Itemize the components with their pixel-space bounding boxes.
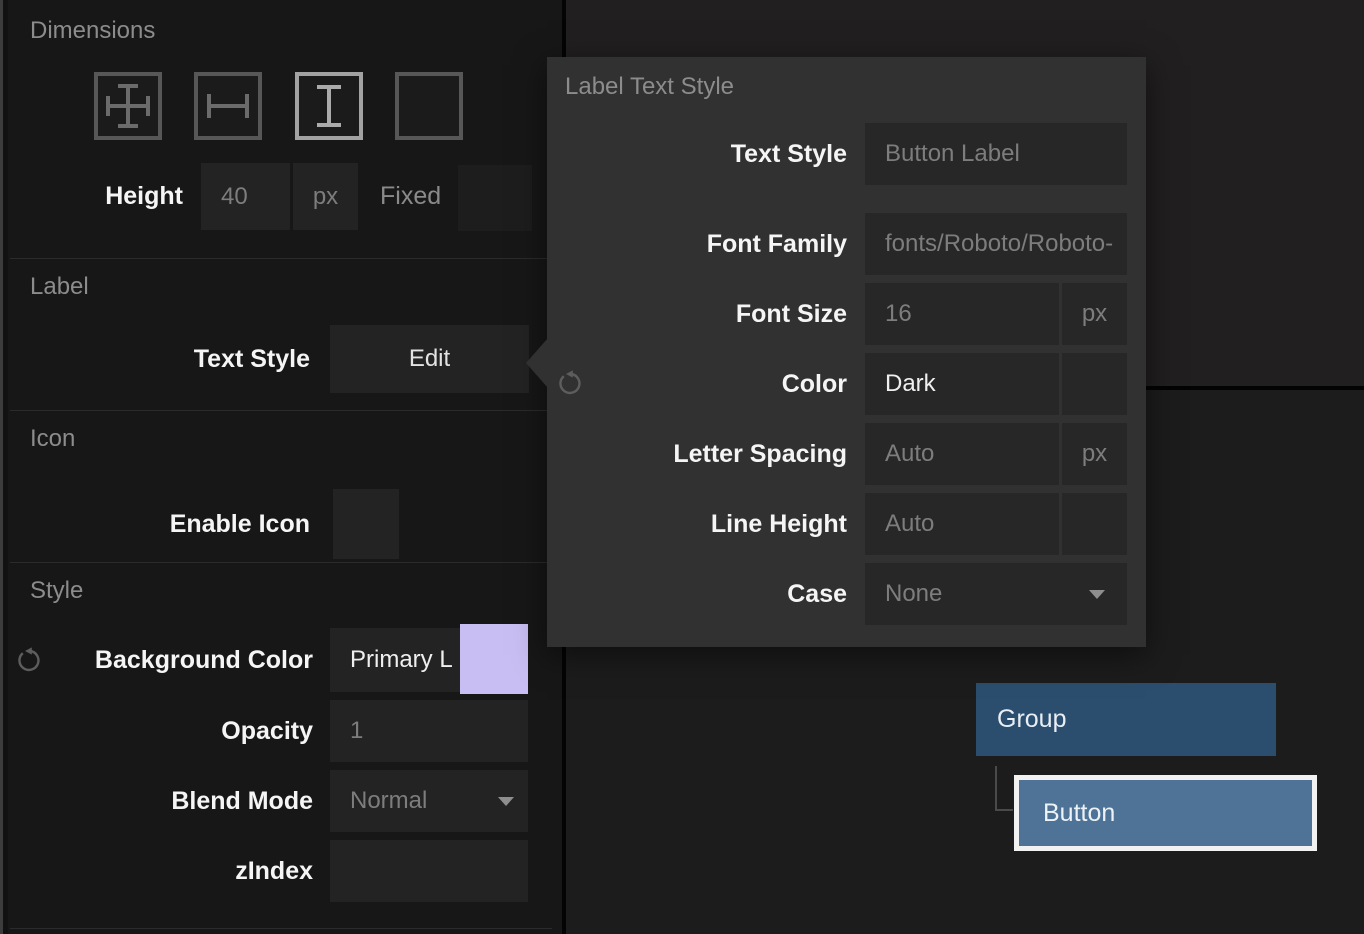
popup-letter-spacing-unit[interactable]: px (1062, 423, 1127, 485)
icon-section-title: Icon (30, 425, 75, 453)
enable-icon-label: Enable Icon (0, 489, 310, 559)
fixed-checkbox[interactable] (458, 165, 532, 231)
section-divider (10, 928, 552, 929)
popup-letter-spacing-label: Letter Spacing (547, 423, 847, 485)
section-divider (10, 410, 552, 411)
popup-text-style-input[interactable]: Button Label (865, 123, 1127, 185)
popup-text-style-label: Text Style (547, 123, 847, 185)
chevron-down-icon (498, 797, 514, 806)
enable-icon-checkbox[interactable] (333, 489, 399, 559)
popup-line-height-unit[interactable] (1062, 493, 1127, 555)
popup-letter-spacing-input[interactable]: Auto (865, 423, 1059, 485)
opacity-input[interactable]: 1 (330, 700, 528, 762)
height-unit[interactable]: px (293, 163, 358, 230)
zindex-input[interactable] (330, 840, 528, 902)
popup-font-size-label: Font Size (547, 283, 847, 345)
dimension-none-icon[interactable] (395, 72, 463, 140)
height-input[interactable]: 40 (201, 163, 290, 230)
tree-connector-vertical (995, 766, 997, 811)
popup-font-size-unit[interactable]: px (1062, 283, 1127, 345)
popup-case-label: Case (547, 563, 847, 625)
blend-mode-select[interactable]: Normal (330, 770, 528, 832)
group-node-label: Group (976, 705, 1066, 734)
opacity-label: Opacity (0, 700, 313, 762)
zindex-label: zIndex (0, 840, 313, 902)
text-style-label: Text Style (0, 325, 310, 393)
popup-color-label: Color (547, 353, 847, 415)
background-color-swatch[interactable] (460, 624, 528, 694)
popup-color-input[interactable]: Dark (865, 353, 1059, 415)
popup-line-height-label: Line Height (547, 493, 847, 555)
popup-line-height-input[interactable]: Auto (865, 493, 1059, 555)
background-color-input[interactable]: Primary L (330, 628, 460, 692)
tree-connector-horizontal (995, 809, 1013, 811)
label-text-style-popup: Label Text Style Text Style Button Label… (547, 57, 1146, 647)
chevron-down-icon (1089, 590, 1105, 599)
fixed-label: Fixed (380, 163, 441, 230)
height-label: Height (0, 163, 183, 230)
background-color-label: Background Color (0, 628, 313, 692)
edit-text-style-button[interactable]: Edit (330, 325, 529, 393)
properties-panel: Dimensions (0, 0, 562, 934)
app-window: Dimensions (0, 0, 1364, 934)
popup-color-swatch[interactable] (1062, 353, 1127, 415)
dimension-both-axes-icon[interactable] (94, 72, 162, 140)
label-section-title: Label (30, 273, 89, 301)
dimension-width-icon[interactable] (194, 72, 262, 140)
button-node[interactable]: Button (1014, 775, 1317, 851)
popup-title: Label Text Style (565, 73, 734, 101)
group-node[interactable]: Group (976, 683, 1276, 756)
popup-font-family-input[interactable]: fonts/Roboto/Roboto- (865, 213, 1127, 275)
section-divider (10, 258, 552, 259)
popup-case-select[interactable]: None (865, 563, 1127, 625)
popup-font-size-input[interactable]: 16 (865, 283, 1059, 345)
dimension-height-icon[interactable] (295, 72, 363, 140)
blend-mode-label: Blend Mode (0, 770, 313, 832)
style-section-title: Style (30, 577, 83, 605)
popup-callout-arrow (526, 338, 548, 388)
section-divider (10, 562, 552, 563)
button-node-label: Button (1019, 799, 1115, 828)
popup-font-family-label: Font Family (547, 213, 847, 275)
dimensions-section-title: Dimensions (30, 17, 155, 45)
